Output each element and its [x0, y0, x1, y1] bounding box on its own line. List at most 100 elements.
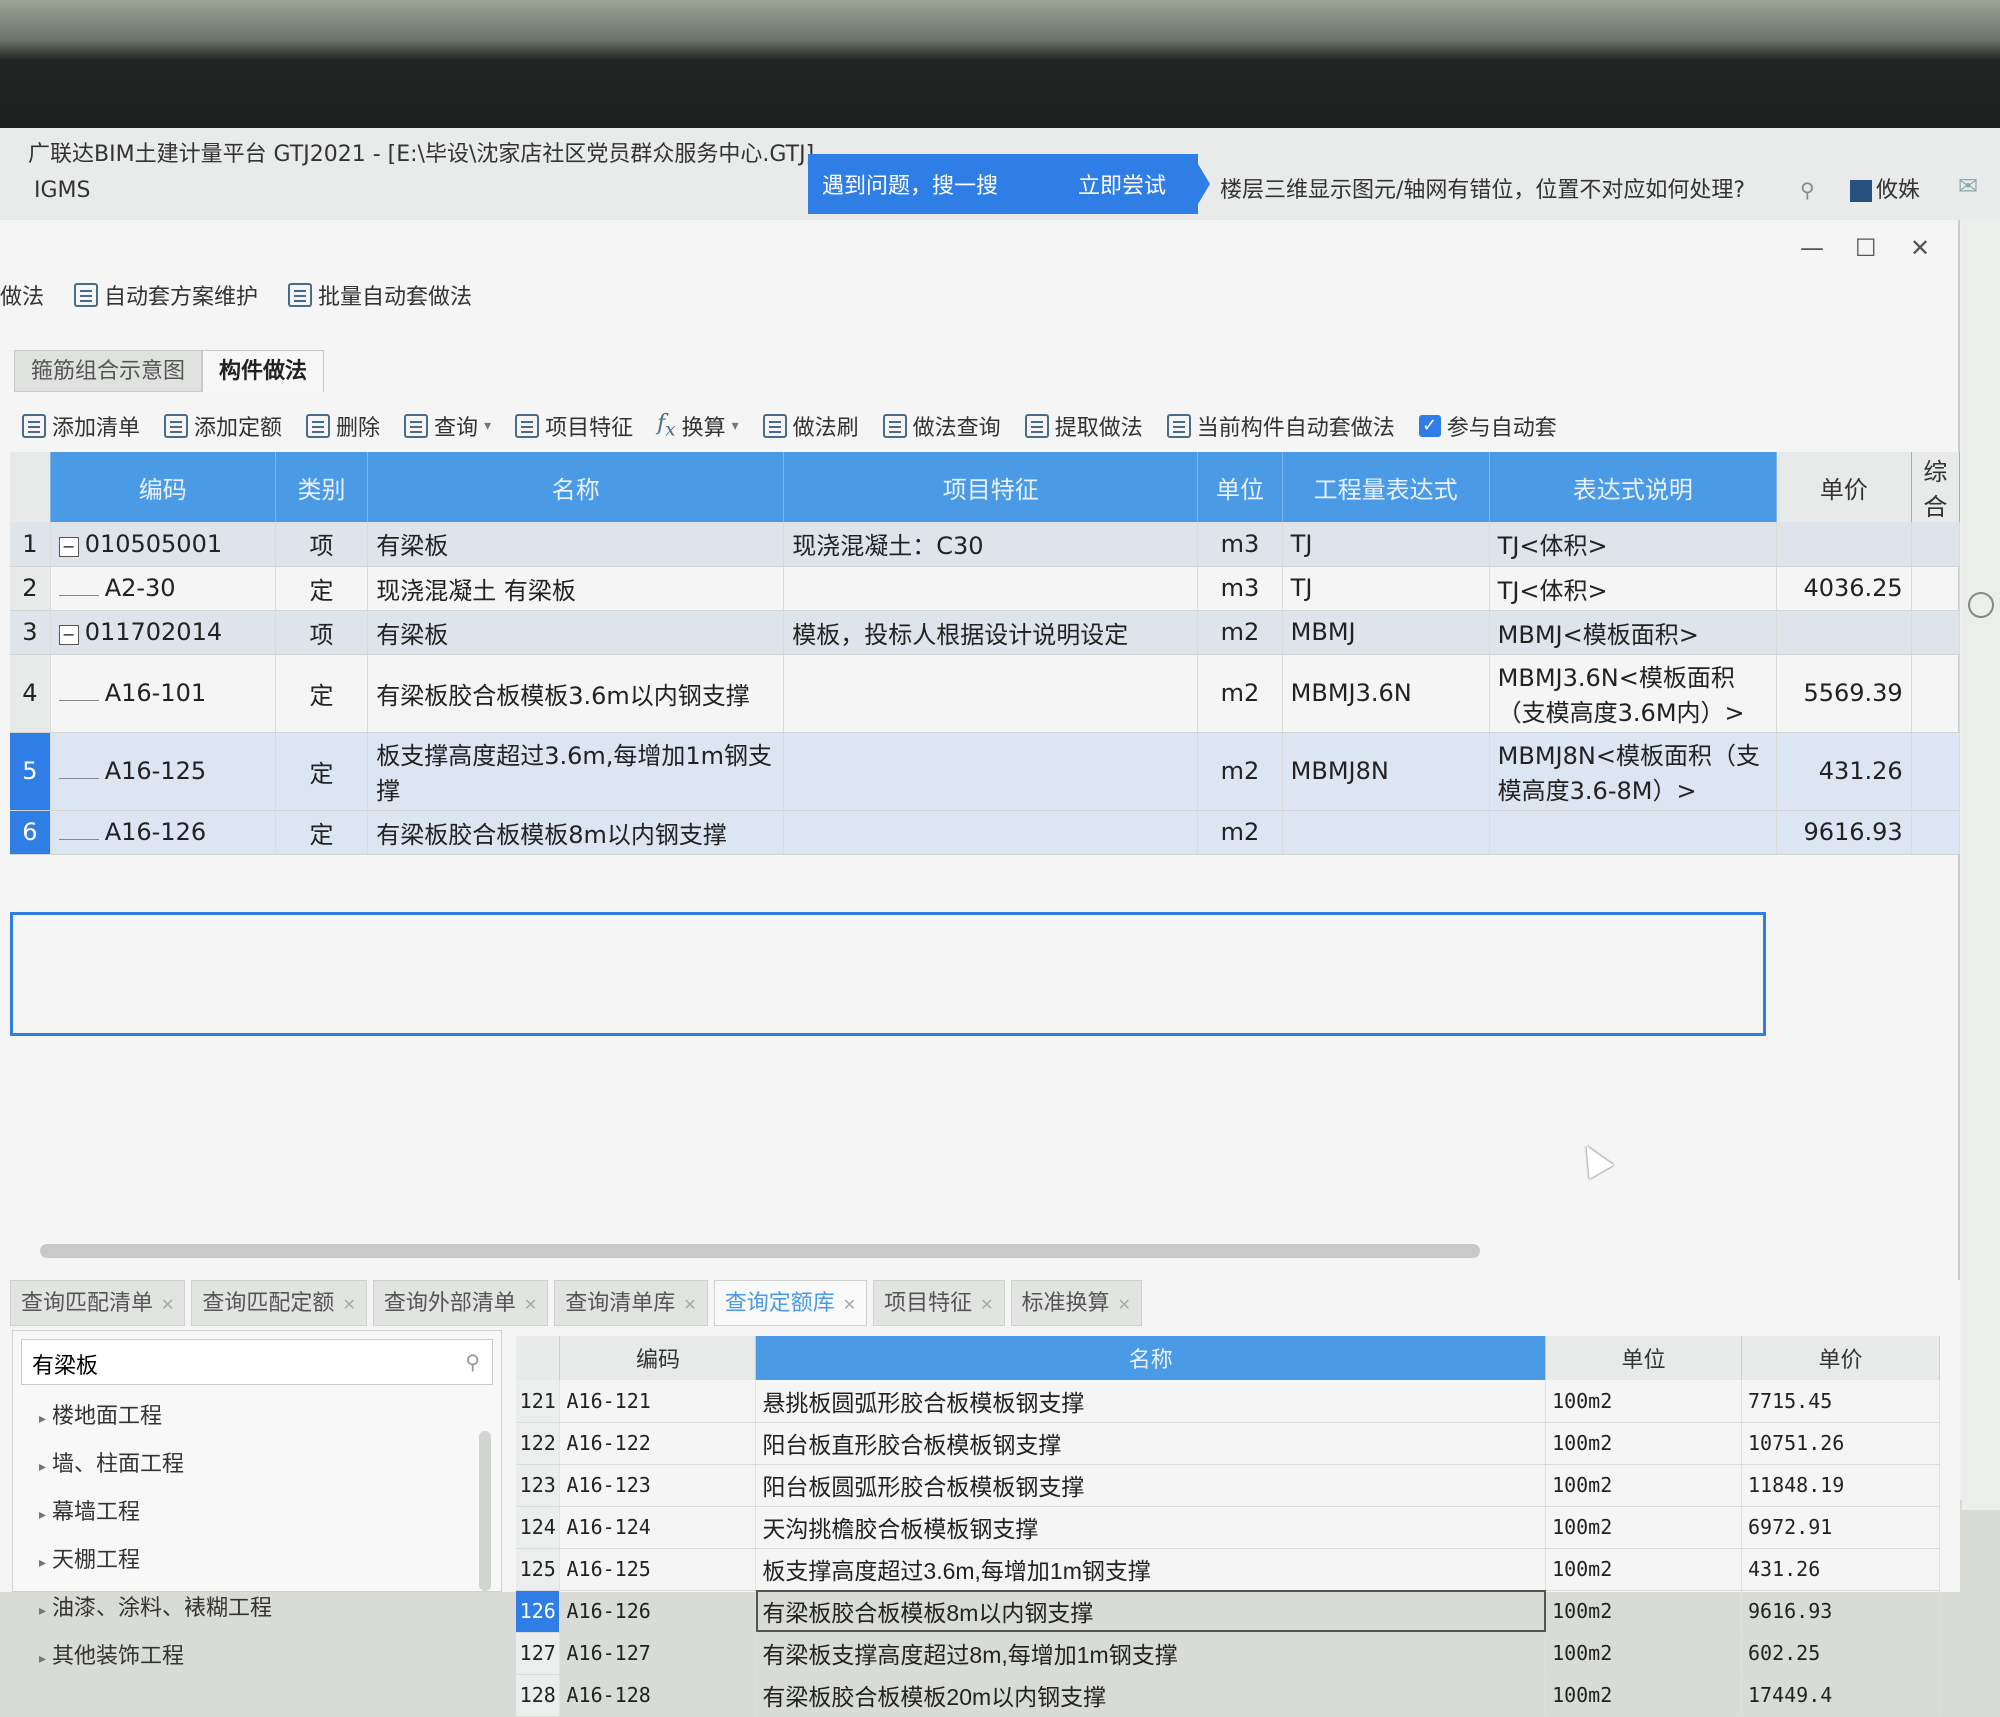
cell-unit[interactable]: m2 — [1197, 810, 1283, 855]
cell-total[interactable] — [1911, 654, 1961, 733]
cell-code[interactable]: A16-122 — [559, 1422, 757, 1465]
cell-name[interactable]: 有梁板 — [367, 522, 785, 567]
tree-item[interactable]: ▸ 楼地面工程 — [13, 1393, 501, 1441]
tree-item[interactable]: ▸ 油漆、涂料、裱糊工程 — [13, 1585, 501, 1633]
quota-search-input[interactable]: 有梁板 ⚲ — [21, 1339, 493, 1385]
cell-price[interactable]: 7715.45 — [1741, 1380, 1940, 1423]
auto-scheme-button[interactable]: 自动套方案维护 — [74, 279, 258, 311]
col-header-unit[interactable]: 单位 — [1545, 1336, 1742, 1380]
close-icon[interactable]: ✕ — [683, 1295, 696, 1314]
cell-feature[interactable]: 模板，投标人根据设计说明设定 — [783, 610, 1199, 655]
horizontal-scrollbar[interactable] — [40, 1244, 1480, 1258]
auto-checkbox[interactable]: ✓ 参与自动套 — [1418, 410, 1557, 442]
method-button[interactable]: 做法 — [0, 279, 44, 311]
expand-arrow-icon[interactable]: ▸ — [39, 1555, 46, 1571]
cell-expr[interactable]: TJ — [1282, 522, 1490, 567]
expand-arrow-icon[interactable]: ▸ — [39, 1459, 46, 1475]
tree-item[interactable]: ▸ 天棚工程 — [13, 1537, 501, 1585]
delete-button[interactable]: 删除 — [306, 410, 380, 442]
col-header-type[interactable]: 类别 — [275, 452, 369, 522]
cell-price[interactable]: 602.25 — [1741, 1632, 1940, 1675]
cell-price[interactable]: 431.26 — [1741, 1548, 1940, 1591]
tab-match-list[interactable]: 查询匹配清单 ✕ — [10, 1280, 186, 1326]
col-header-name[interactable]: 名称 — [755, 1336, 1547, 1380]
col-header-desc[interactable]: 表达式说明 — [1489, 452, 1778, 522]
col-header-total[interactable]: 综合 — [1911, 452, 1961, 522]
batch-auto-button[interactable]: 批量自动套做法 — [288, 279, 472, 311]
cell-name[interactable]: 有梁板支撑高度超过8m,每增加1m钢支撑 — [755, 1632, 1547, 1675]
search-icon[interactable]: ⚲ — [1800, 178, 1815, 202]
cell-expr[interactable]: MBMJ — [1282, 610, 1490, 655]
tab-list-library[interactable]: 查询清单库 ✕ — [554, 1280, 708, 1326]
cell-unit[interactable]: m2 — [1197, 654, 1283, 733]
cell-code[interactable]: A16-121 — [559, 1380, 757, 1423]
close-icon[interactable]: ✕ — [524, 1295, 537, 1314]
col-header-unit[interactable]: 单位 — [1197, 452, 1283, 522]
cell-total[interactable] — [1911, 522, 1961, 567]
cell-name[interactable]: 天沟挑檐胶合板模板钢支撑 — [755, 1506, 1547, 1549]
try-now-button[interactable]: 立即尝试 — [1038, 168, 1166, 200]
cell-price[interactable]: 9616.93 — [1741, 1590, 1940, 1633]
method-brush-button[interactable]: 做法刷 — [762, 410, 859, 442]
table-row[interactable]: 127 A16-127 有梁板支撑高度超过8m,每增加1m钢支撑 100m2 6… — [516, 1632, 1940, 1675]
table-row[interactable]: 3 −011702014 项 有梁板 模板，投标人根据设计说明设定 m2 MBM… — [10, 610, 1961, 655]
cell-name[interactable]: 悬挑板圆弧形胶合板模板钢支撑 — [755, 1380, 1547, 1423]
cell-name[interactable]: 阳台板直形胶合板模板钢支撑 — [755, 1422, 1547, 1465]
tab-external-list[interactable]: 查询外部清单 ✕ — [372, 1280, 549, 1326]
cell-name[interactable]: 板支撑高度超过3.6m,每增加1m钢支撑 — [367, 732, 785, 811]
close-icon[interactable]: ✕ — [342, 1295, 355, 1314]
cell-desc[interactable]: TJ<体积> — [1489, 566, 1778, 611]
cell-code[interactable]: A16-126 — [559, 1590, 757, 1633]
cell-name[interactable]: 有梁板 — [367, 610, 785, 655]
table-row[interactable]: 1 −010505001 项 有梁板 现浇混凝土：C30 m3 TJ TJ<体积… — [10, 522, 1961, 567]
cell-name[interactable]: 有梁板胶合板模板8m以内钢支撑 — [367, 810, 785, 855]
cell-price[interactable]: 10751.26 — [1741, 1422, 1940, 1465]
cell-price[interactable] — [1776, 522, 1912, 567]
cell-desc[interactable] — [1489, 810, 1778, 855]
table-row[interactable]: 4 A16-101 定 有梁板胶合板模板3.6m以内钢支撑 m2 MBMJ3.6… — [10, 654, 1961, 733]
col-header-feature[interactable]: 项目特征 — [783, 452, 1199, 522]
collapse-icon[interactable]: − — [58, 625, 79, 645]
cell-unit[interactable]: m3 — [1197, 522, 1283, 567]
add-quota-button[interactable]: 添加定额 — [164, 410, 282, 442]
cell-unit[interactable]: m2 — [1197, 732, 1283, 811]
tab-item-feature[interactable]: 项目特征 ✕ — [873, 1280, 1005, 1326]
col-header-expr[interactable]: 工程量表达式 — [1282, 452, 1490, 522]
table-row[interactable]: 121 A16-121 悬挑板圆弧形胶合板模板钢支撑 100m2 7715.45 — [516, 1380, 1940, 1423]
cell-unit[interactable]: 100m2 — [1545, 1380, 1742, 1423]
tab-quota-library[interactable]: 查询定额库 ✕ — [713, 1280, 868, 1326]
tab-stirrup-diagram[interactable]: 箍筋组合示意图 — [14, 350, 203, 392]
convert-button[interactable]: fx 换算 ▾ — [657, 410, 739, 442]
close-icon[interactable]: ✕ — [980, 1295, 993, 1314]
table-row[interactable]: 128 A16-128 有梁板胶合板模板20m以内钢支撑 100m2 17449… — [516, 1674, 1940, 1717]
expand-arrow-icon[interactable]: ▸ — [39, 1651, 46, 1667]
tab-component-method[interactable]: 构件做法 — [202, 350, 325, 392]
help-hint-text[interactable]: 楼层三维显示图元/轴网有错位，位置不对应如何处理? — [1220, 172, 1745, 204]
close-icon[interactable]: ✕ — [161, 1295, 174, 1314]
cell-desc[interactable]: MBMJ3.6N<模板面积（支模高度3.6M内）> — [1489, 654, 1778, 733]
expand-arrow-icon[interactable]: ▸ — [39, 1603, 46, 1619]
cell-price[interactable]: 6972.91 — [1741, 1506, 1940, 1549]
cell-unit[interactable]: m3 — [1197, 566, 1283, 611]
add-list-button[interactable]: 添加清单 — [22, 410, 140, 442]
cell-expr[interactable]: TJ — [1282, 566, 1490, 611]
maximize-icon[interactable]: ☐ — [1855, 234, 1877, 262]
cell-feature[interactable] — [783, 654, 1199, 733]
cell-unit[interactable]: 100m2 — [1545, 1506, 1742, 1549]
close-icon[interactable]: ✕ — [1118, 1295, 1131, 1314]
cell-code[interactable]: −010505001 — [50, 522, 276, 567]
table-row[interactable]: 2 A2-30 定 现浇混凝土 有梁板 m3 TJ TJ<体积> 4036.25 — [10, 566, 1961, 611]
tree-item[interactable]: ▸ 墙、柱面工程 — [13, 1441, 501, 1489]
cell-name[interactable]: 现浇混凝土 有梁板 — [367, 566, 785, 611]
chat-icon[interactable]: ✉ — [1958, 172, 1978, 200]
cell-desc[interactable]: MBMJ8N<模板面积（支模高度3.6-8M）> — [1489, 732, 1778, 811]
cell-code[interactable]: A16-101 — [50, 654, 276, 733]
user-account[interactable]: 攸姝 — [1850, 172, 1920, 204]
cell-code[interactable]: A16-125 — [559, 1548, 757, 1591]
cell-total[interactable] — [1911, 610, 1961, 655]
col-header-code[interactable]: 编码 — [50, 452, 276, 522]
cell-desc[interactable]: TJ<体积> — [1489, 522, 1778, 567]
table-row-selected[interactable]: 6 A16-126 定 有梁板胶合板模板8m以内钢支撑 m2 9616.93 — [10, 810, 1961, 855]
col-header-price[interactable]: 单价 — [1776, 452, 1912, 522]
table-row-selected[interactable]: 5 A16-125 定 板支撑高度超过3.6m,每增加1m钢支撑 m2 MBMJ… — [10, 732, 1961, 811]
